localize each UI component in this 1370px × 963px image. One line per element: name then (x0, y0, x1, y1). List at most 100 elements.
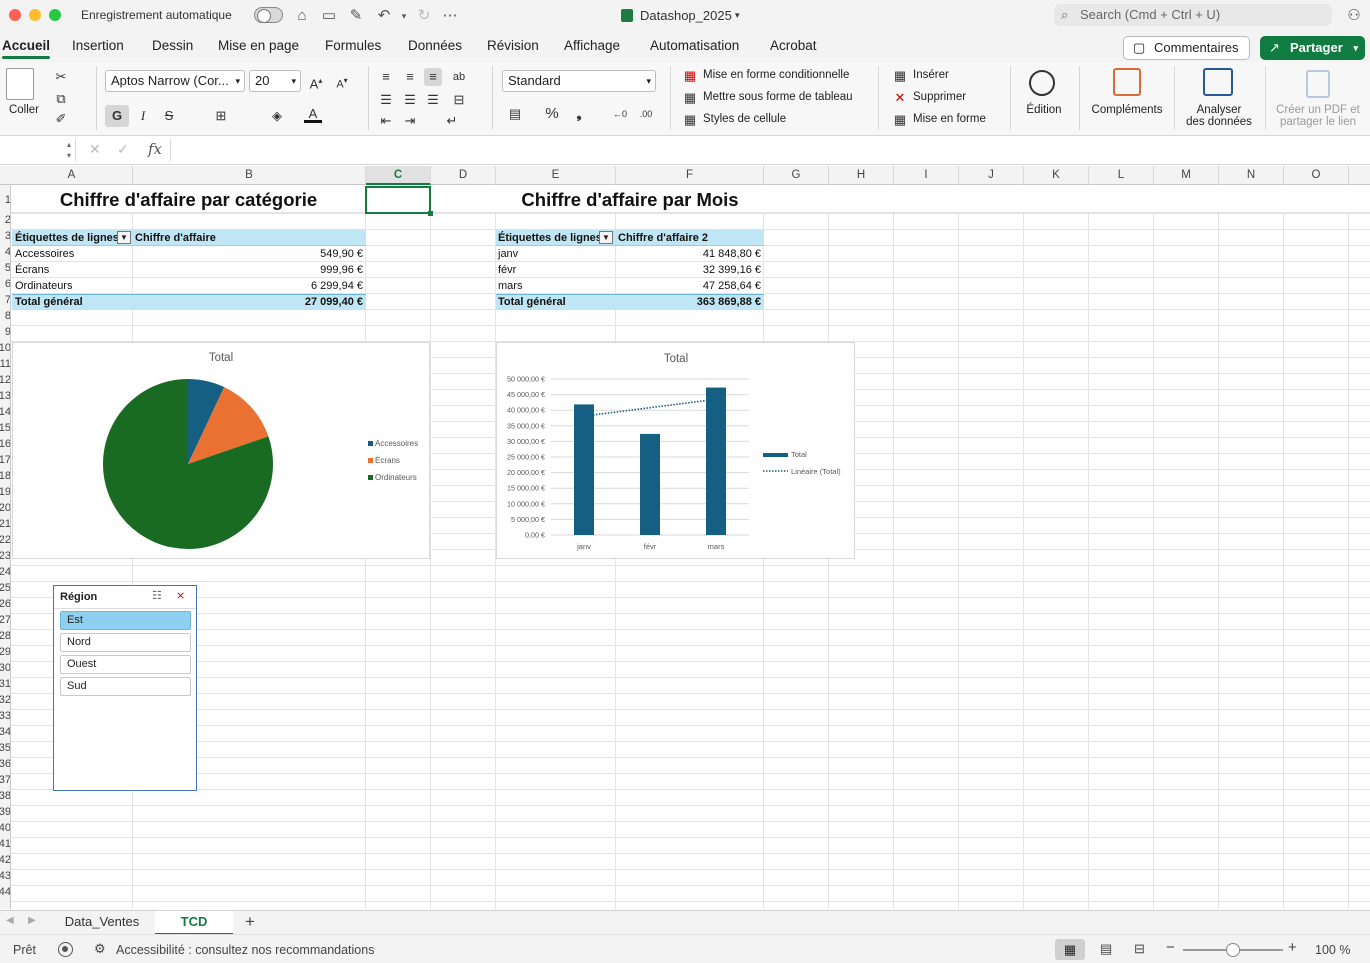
row-header[interactable]: 15 (0, 422, 10, 434)
row-header[interactable]: 35 (0, 742, 10, 754)
strikethrough-button[interactable]: S (160, 107, 178, 125)
row-header[interactable]: 14 (0, 406, 10, 418)
row-header[interactable]: 4 (0, 246, 10, 258)
slicer-item-ouest[interactable]: Ouest (60, 655, 191, 674)
increase-font-icon[interactable]: A▴ (307, 72, 325, 91)
format-button[interactable]: Mise en forme (913, 113, 986, 125)
column-header[interactable]: O (1284, 166, 1349, 185)
filter-dropdown-icon[interactable]: ▼ (599, 231, 613, 244)
align-bottom-icon[interactable]: ≡ (424, 68, 442, 86)
row-header[interactable]: 3 (0, 230, 10, 242)
slicer-item-nord[interactable]: Nord (60, 633, 191, 652)
addins-button[interactable]: Compléments (1088, 104, 1166, 116)
accessibility-status[interactable]: Accessibilité : consultez nos recommanda… (116, 943, 374, 957)
tab-acrobat[interactable]: Acrobat (770, 38, 817, 53)
row-header[interactable]: 43 (0, 870, 10, 882)
page-layout-view-icon[interactable]: ▤ (1100, 941, 1112, 957)
tab-formules[interactable]: Formules (325, 38, 381, 53)
row-header[interactable]: 36 (0, 758, 10, 770)
column-header[interactable]: E (496, 166, 616, 185)
column-header[interactable]: H (829, 166, 894, 185)
delete-button[interactable]: Supprimer (913, 91, 966, 103)
zoom-window-button[interactable] (49, 9, 61, 21)
row-header[interactable]: 5 (0, 262, 10, 274)
row-header[interactable]: 42 (0, 854, 10, 866)
row-header[interactable]: 8 (0, 310, 10, 322)
row-header[interactable]: 26 (0, 598, 10, 610)
filter-dropdown-icon[interactable]: ▼ (117, 231, 131, 244)
undo-icon[interactable]: ↶ (374, 6, 394, 26)
slicer-item-est[interactable]: Est (60, 611, 191, 630)
row-header[interactable]: 12 (0, 374, 10, 386)
search-input[interactable]: ⌕ Search (Cmd + Ctrl + U) (1054, 4, 1332, 26)
cut-icon[interactable]: ✂ (52, 68, 70, 86)
analyze-data-icon[interactable] (1203, 68, 1233, 96)
save-as-icon[interactable]: ✎ (346, 6, 366, 26)
active-cell[interactable] (365, 186, 431, 214)
name-box[interactable]: ▴ ▾ (0, 139, 76, 161)
zoom-out-icon[interactable]: − (1166, 939, 1175, 956)
row-header[interactable]: 37 (0, 774, 10, 786)
column-header[interactable]: K (1024, 166, 1089, 185)
tab-mise-en-page[interactable]: Mise en page (218, 38, 299, 53)
confirm-icon[interactable]: ✓ (117, 141, 129, 158)
cell-styles-button[interactable]: Styles de cellule (703, 113, 786, 125)
formula-input[interactable] (170, 139, 1348, 161)
italic-button[interactable]: I (134, 107, 152, 125)
save-icon[interactable]: ▭ (319, 6, 339, 26)
row-header[interactable]: 6 (0, 278, 10, 290)
column-header[interactable]: A (11, 166, 133, 185)
region-slicer[interactable]: Région ☷ ⨯ Est Nord Ouest Sud (53, 585, 197, 791)
row-header[interactable]: 7 (0, 294, 10, 306)
row-header[interactable]: 24 (0, 566, 10, 578)
minimize-window-button[interactable] (29, 9, 41, 21)
row-header[interactable]: 39 (0, 806, 10, 818)
row-header[interactable]: 18 (0, 470, 10, 482)
analyze-label-2[interactable]: des données (1180, 116, 1258, 128)
column-header[interactable]: B (133, 166, 366, 185)
macro-record-icon[interactable] (58, 942, 73, 957)
row-header[interactable]: 40 (0, 822, 10, 834)
row-header[interactable]: 44 (0, 886, 10, 898)
comma-style-icon[interactable]: ❟ (570, 105, 588, 123)
row-header[interactable]: 1 (0, 194, 10, 206)
bold-button[interactable]: G (105, 105, 129, 127)
decrease-font-icon[interactable]: A▾ (333, 72, 351, 91)
column-header[interactable]: F (616, 166, 764, 185)
font-name-select[interactable]: Aptos Narrow (Cor... ▾ (105, 70, 245, 92)
page-break-view-icon[interactable]: ⊟ (1134, 941, 1145, 957)
zoom-level[interactable]: 100 % (1315, 943, 1350, 957)
close-window-button[interactable] (9, 9, 21, 21)
normal-view-icon[interactable]: ▦ (1055, 939, 1085, 960)
row-header[interactable]: 17 (0, 454, 10, 466)
add-sheet-icon[interactable]: + (245, 912, 255, 932)
insert-button[interactable]: Insérer (913, 69, 949, 81)
row-header[interactable]: 21 (0, 518, 10, 530)
row-header[interactable]: 25 (0, 582, 10, 594)
percent-icon[interactable]: % (543, 105, 561, 123)
scroll-right-icon[interactable]: ▶ (28, 915, 36, 926)
tab-automatisation[interactable]: Automatisation (650, 38, 739, 53)
row-header[interactable]: 38 (0, 790, 10, 802)
column-header[interactable]: G (764, 166, 829, 185)
redo-icon[interactable]: ↻ (414, 6, 434, 26)
comments-button[interactable]: ▢ Commentaires (1123, 36, 1250, 60)
accounting-format-icon[interactable]: ▤ (506, 105, 524, 123)
wrap-text-icon[interactable]: ↵ (443, 112, 461, 130)
column-header[interactable]: M (1154, 166, 1219, 185)
row-header[interactable]: 30 (0, 662, 10, 674)
fill-color-icon[interactable]: ◈ (268, 107, 286, 125)
zoom-in-icon[interactable]: + (1288, 939, 1297, 956)
fill-handle[interactable] (428, 211, 433, 216)
row-header[interactable]: 33 (0, 710, 10, 722)
align-middle-icon[interactable]: ≡ (401, 68, 419, 86)
row-header[interactable]: 31 (0, 678, 10, 690)
multi-select-icon[interactable]: ☷ (152, 589, 162, 602)
tab-insertion[interactable]: Insertion (72, 38, 124, 53)
row-header[interactable]: 11 (0, 358, 10, 370)
row-header[interactable]: 16 (0, 438, 10, 450)
column-header[interactable]: N (1219, 166, 1284, 185)
row-header[interactable]: 10 (0, 342, 10, 354)
font-size-select[interactable]: 20 ▾ (249, 70, 301, 92)
fx-icon[interactable]: fx (148, 140, 162, 158)
